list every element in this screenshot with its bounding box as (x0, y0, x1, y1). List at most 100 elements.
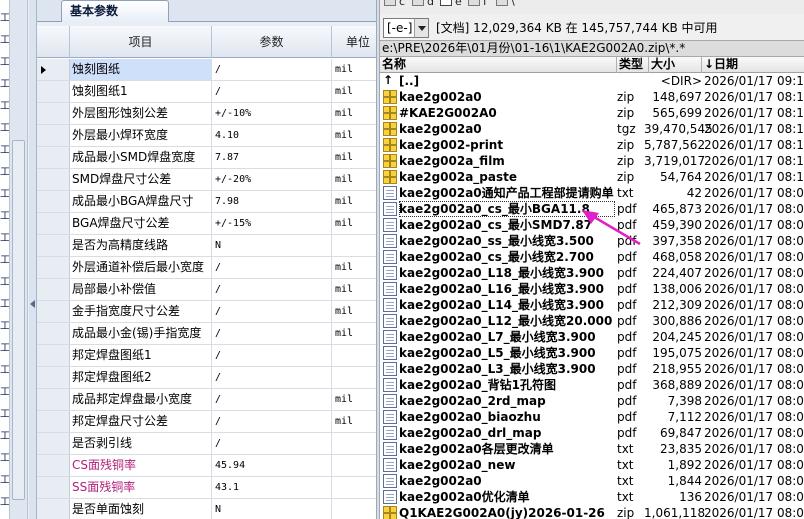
grid-row[interactable]: SS面残铜率 43.1 (37, 477, 376, 499)
file-row[interactable]: kae2g002a0 txt 1,844 2026/01/17 08:07 (380, 473, 804, 489)
file-row[interactable]: kae2g002a0_L14_最小线宽3.900 pdf 212,309 2026/0… (380, 297, 804, 313)
cell-item[interactable]: 邦定焊盘图纸1 (70, 345, 212, 366)
grid-row[interactable]: 外层图形蚀刻公差 +/-10% mil (37, 103, 376, 125)
cell-item[interactable]: 外层图形蚀刻公差 (70, 103, 212, 124)
grid-row[interactable]: BGA焊盘尺寸公差 +/-15% mil (37, 213, 376, 235)
column-type[interactable]: 类型 (617, 57, 649, 73)
cell-param[interactable]: +/-10% (212, 103, 332, 124)
file-row[interactable]: kae2g002a0_L3_最小线宽3.900 pdf 218,955 2026/01… (380, 361, 804, 377)
cell-unit[interactable]: mil (332, 213, 376, 234)
cell-param[interactable]: 7.87 (212, 147, 332, 168)
drive-select[interactable]: [-e-] (383, 18, 429, 38)
cell-param[interactable]: 43.1 (212, 477, 332, 498)
cell-param[interactable]: / (212, 59, 332, 80)
file-row[interactable]: kae2g002a0_new txt 1,892 2026/01/17 08:07 (380, 457, 804, 473)
cell-param[interactable]: / (212, 279, 332, 300)
cell-item[interactable]: 蚀刻图纸1 (70, 81, 212, 102)
scrollbar-thumb[interactable] (12, 140, 25, 500)
cell-item[interactable]: 成品最小金(锡)手指宽度 (70, 323, 212, 344)
header-param[interactable]: 参数 (212, 26, 332, 58)
grid-row[interactable]: 蚀刻图纸1/mil (37, 81, 376, 103)
file-row[interactable]: kae2g002a0_biaozhu pdf 7,112 2026/01/17 08:… (380, 409, 804, 425)
cell-param[interactable]: / (212, 345, 332, 366)
row-indicator[interactable] (37, 301, 70, 322)
cell-param[interactable]: / (212, 411, 332, 432)
cell-unit[interactable]: mil (332, 257, 376, 278)
grid-row[interactable]: 是否剥引线 / (37, 433, 376, 455)
file-row[interactable]: kae2g002a0_cs_最小线宽2.700 pdf 468,058 2026/01… (380, 249, 804, 265)
panel-splitter[interactable] (29, 0, 37, 519)
cell-param[interactable]: / (212, 433, 332, 454)
cell-unit[interactable] (332, 345, 376, 366)
cell-param[interactable]: / (212, 323, 332, 344)
grid-row[interactable]: 成品邦定焊盘最小宽度 / mil (37, 389, 376, 411)
cell-item[interactable]: 外层通道补偿后最小宽度 (70, 257, 212, 278)
collapse-arrow-icon[interactable] (30, 300, 35, 308)
cell-unit[interactable]: mil (332, 301, 376, 322)
cell-item[interactable]: 成品最小SMD焊盘宽度 (70, 147, 212, 168)
cell-item[interactable]: 邦定焊盘尺寸公差 (70, 411, 212, 432)
row-indicator[interactable] (37, 323, 70, 344)
row-indicator[interactable] (37, 257, 70, 278)
file-row[interactable]: kae2g002a0各层更改清单 txt 23,835 2026/01/17 08:0… (380, 441, 804, 457)
cell-param[interactable]: 7.98 (212, 191, 332, 212)
grid-row[interactable]: 邦定焊盘图纸1/ (37, 345, 376, 367)
file-row[interactable]: kae2g002a0_drl_map pdf 69,847 2026/01/17 08… (380, 425, 804, 441)
cell-item[interactable]: 外层最小焊环宽度 (70, 125, 212, 146)
file-row[interactable]: kae2g002a0_L7_最小线宽3.900 pdf 204,245 2026/01… (380, 329, 804, 345)
left-vertical-scrollbar[interactable] (10, 0, 28, 519)
file-row[interactable]: kae2g002a0_L16_最小线宽3.900 pdf 138,006 2026/0… (380, 281, 804, 297)
drive-button[interactable]: e (440, 0, 462, 10)
row-indicator[interactable] (37, 367, 70, 388)
grid-row[interactable]: 是否单面蚀刻 N (37, 499, 376, 519)
grid-row[interactable]: 邦定焊盘图纸2/ (37, 367, 376, 389)
grid-row[interactable]: 邦定焊盘尺寸公差 / mil (37, 411, 376, 433)
grid-row[interactable]: 成品最小金(锡)手指宽度 / mil (37, 323, 376, 345)
cell-param[interactable]: 4.10 (212, 125, 332, 146)
row-indicator[interactable] (37, 125, 70, 146)
cell-unit[interactable] (332, 455, 376, 476)
file-row[interactable]: kae2g002a0_cs_最小BGA11.8 pdf 465,873 2026/01… (380, 201, 804, 217)
current-path[interactable]: e:\PRE\2026年\01月份\01-16\1\KAE2G002A0.zip… (380, 40, 804, 57)
cell-item[interactable]: 成品最小BGA焊盘尺寸 (70, 191, 212, 212)
grid-row[interactable]: 外层通道补偿后最小宽度 / mil (37, 257, 376, 279)
grid-row[interactable]: SMD焊盘尺寸公差 +/-20% mil (37, 169, 376, 191)
row-indicator[interactable] (37, 235, 70, 256)
file-row[interactable]: kae2g002a0_cs_最小SMD7.87 pdf 459,390 2026/01… (380, 217, 804, 233)
grid-row[interactable]: 成品最小SMD焊盘宽度 7.87 mil (37, 147, 376, 169)
drive-button[interactable]: f (468, 0, 487, 10)
grid-row[interactable]: 局部最小补偿值 / mil (37, 279, 376, 301)
file-row[interactable]: kae2g002a0_2rd_map pdf 7,398 2026/01/17 08:… (380, 393, 804, 409)
cell-unit[interactable]: mil (332, 169, 376, 190)
cell-param[interactable]: / (212, 367, 332, 388)
column-name[interactable]: 名称 (380, 57, 617, 73)
file-row[interactable]: kae2g002a0_ss_最小线宽3.500 pdf 397,358 2026/01… (380, 233, 804, 249)
cell-unit[interactable]: mil (332, 125, 376, 146)
file-row[interactable]: kae2g002a0_背钻1孔符图 pdf 368,889 2026/01/17 08… (380, 377, 804, 393)
cell-param[interactable]: +/-15% (212, 213, 332, 234)
row-indicator[interactable] (37, 455, 70, 476)
cell-item[interactable]: SS面残铜率 (70, 477, 212, 498)
file-row[interactable]: ↑ [..] <DIR> 2026/01/17 09:11 (380, 73, 804, 89)
cell-param[interactable]: / (212, 257, 332, 278)
file-row[interactable]: #KAE2G002A0 zip 565,699 2026/01/17 08:16 (380, 105, 804, 121)
file-row[interactable]: kae2g002a0 tgz 39,470,545 2026/01/17 08:14 (380, 121, 804, 137)
file-row[interactable]: kae2g002a0_L5_最小线宽3.900 pdf 195,075 2026/01… (380, 345, 804, 361)
cell-unit[interactable]: mil (332, 103, 376, 124)
file-row[interactable]: kae2g002a0 zip 148,697 2026/01/17 08:16 (380, 89, 804, 105)
file-row[interactable]: kae2g002a_film zip 3,719,017 2026/01/17 08:… (380, 153, 804, 169)
file-row[interactable]: kae2g002a0优化清单 txt 136 2026/01/17 08:07 (380, 489, 804, 505)
row-indicator[interactable] (37, 169, 70, 190)
drive-button[interactable]: c (384, 0, 405, 10)
cell-item[interactable]: BGA焊盘尺寸公差 (70, 213, 212, 234)
cell-item[interactable]: 成品邦定焊盘最小宽度 (70, 389, 212, 410)
cell-param[interactable]: 45.94 (212, 455, 332, 476)
cell-unit[interactable]: mil (332, 279, 376, 300)
cell-unit[interactable]: mil (332, 411, 376, 432)
row-indicator[interactable] (37, 103, 70, 124)
row-indicator[interactable] (37, 191, 70, 212)
header-item[interactable]: 项目 (70, 26, 212, 58)
cell-unit[interactable]: mil (332, 323, 376, 344)
cell-item[interactable]: SMD焊盘尺寸公差 (70, 169, 212, 190)
row-indicator[interactable] (37, 433, 70, 454)
